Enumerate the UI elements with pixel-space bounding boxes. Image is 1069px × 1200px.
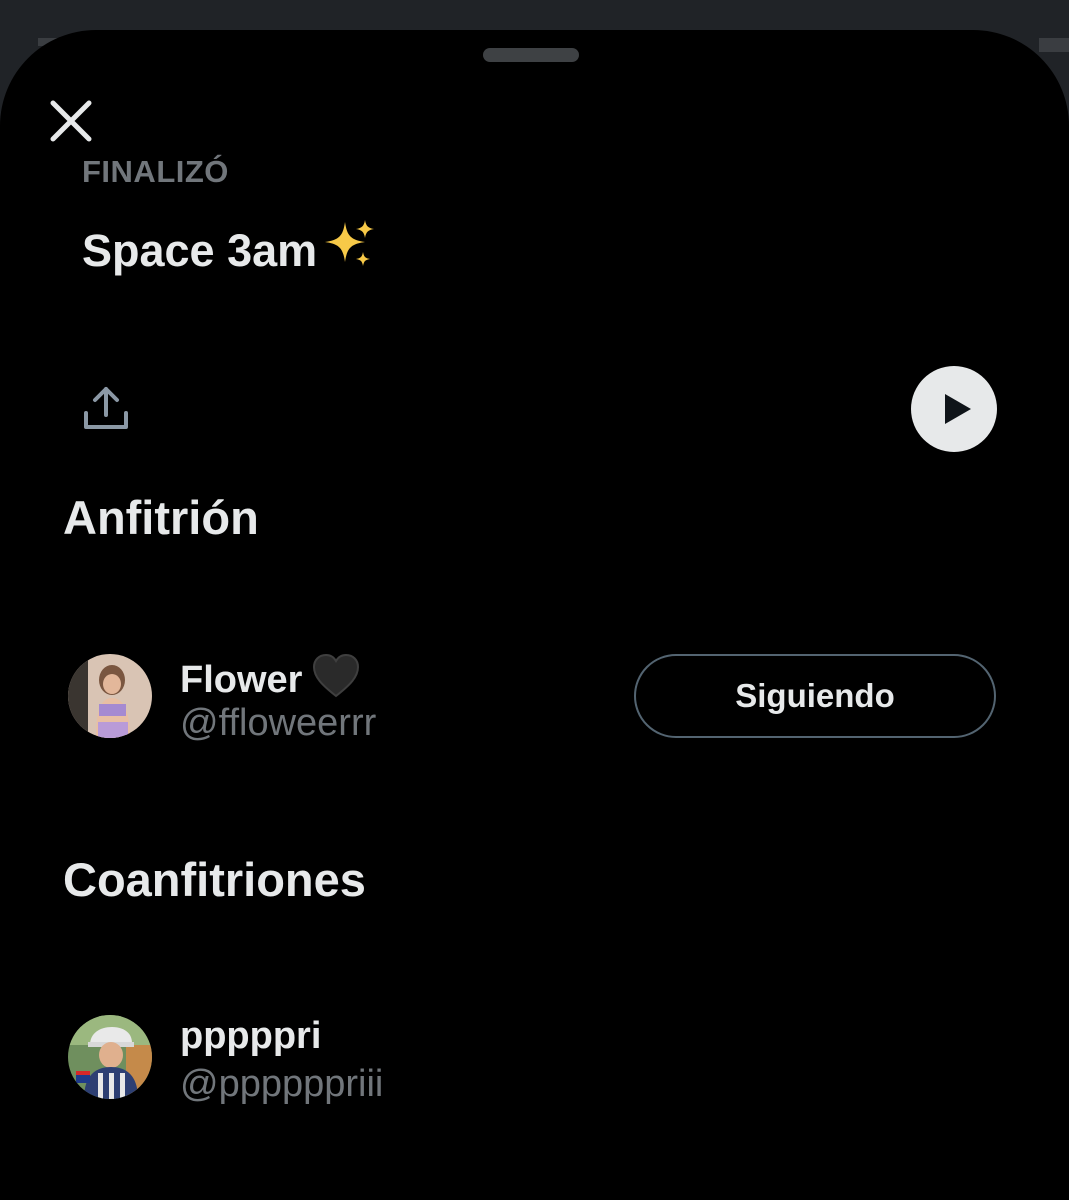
host-user-row[interactable]: Flower @ffloweerrr Siguiendo bbox=[68, 653, 1008, 744]
black-heart-icon bbox=[312, 653, 360, 708]
following-button[interactable]: Siguiendo bbox=[634, 654, 996, 738]
host-section-heading: Anfitrión bbox=[63, 491, 259, 544]
host-display-name: Flower bbox=[180, 653, 360, 708]
share-button[interactable] bbox=[80, 383, 132, 435]
avatar[interactable] bbox=[68, 654, 152, 738]
background-app-element bbox=[1039, 38, 1069, 52]
sparkles-icon bbox=[323, 218, 377, 283]
space-status-label: FINALIZÓ bbox=[82, 154, 229, 189]
share-icon bbox=[84, 387, 128, 429]
sheet-drag-handle[interactable] bbox=[483, 48, 579, 62]
avatar[interactable] bbox=[68, 1015, 152, 1099]
cohost-user-row[interactable]: pppppri @ppppppriii bbox=[68, 1015, 1008, 1105]
host-handle: @ffloweerrr bbox=[180, 702, 377, 744]
space-title-text: Space 3am bbox=[82, 225, 318, 276]
close-button[interactable] bbox=[46, 96, 96, 146]
play-icon bbox=[945, 394, 971, 424]
cohost-handle: @ppppppriii bbox=[180, 1063, 384, 1105]
host-name-text: Flower bbox=[180, 659, 303, 701]
cohosts-section-heading: Coanfitriones bbox=[63, 853, 366, 906]
space-title: Space 3am bbox=[82, 218, 377, 283]
cohost-display-name: pppppri bbox=[180, 1015, 322, 1057]
play-recording-button[interactable] bbox=[911, 366, 997, 452]
close-icon bbox=[50, 100, 92, 142]
